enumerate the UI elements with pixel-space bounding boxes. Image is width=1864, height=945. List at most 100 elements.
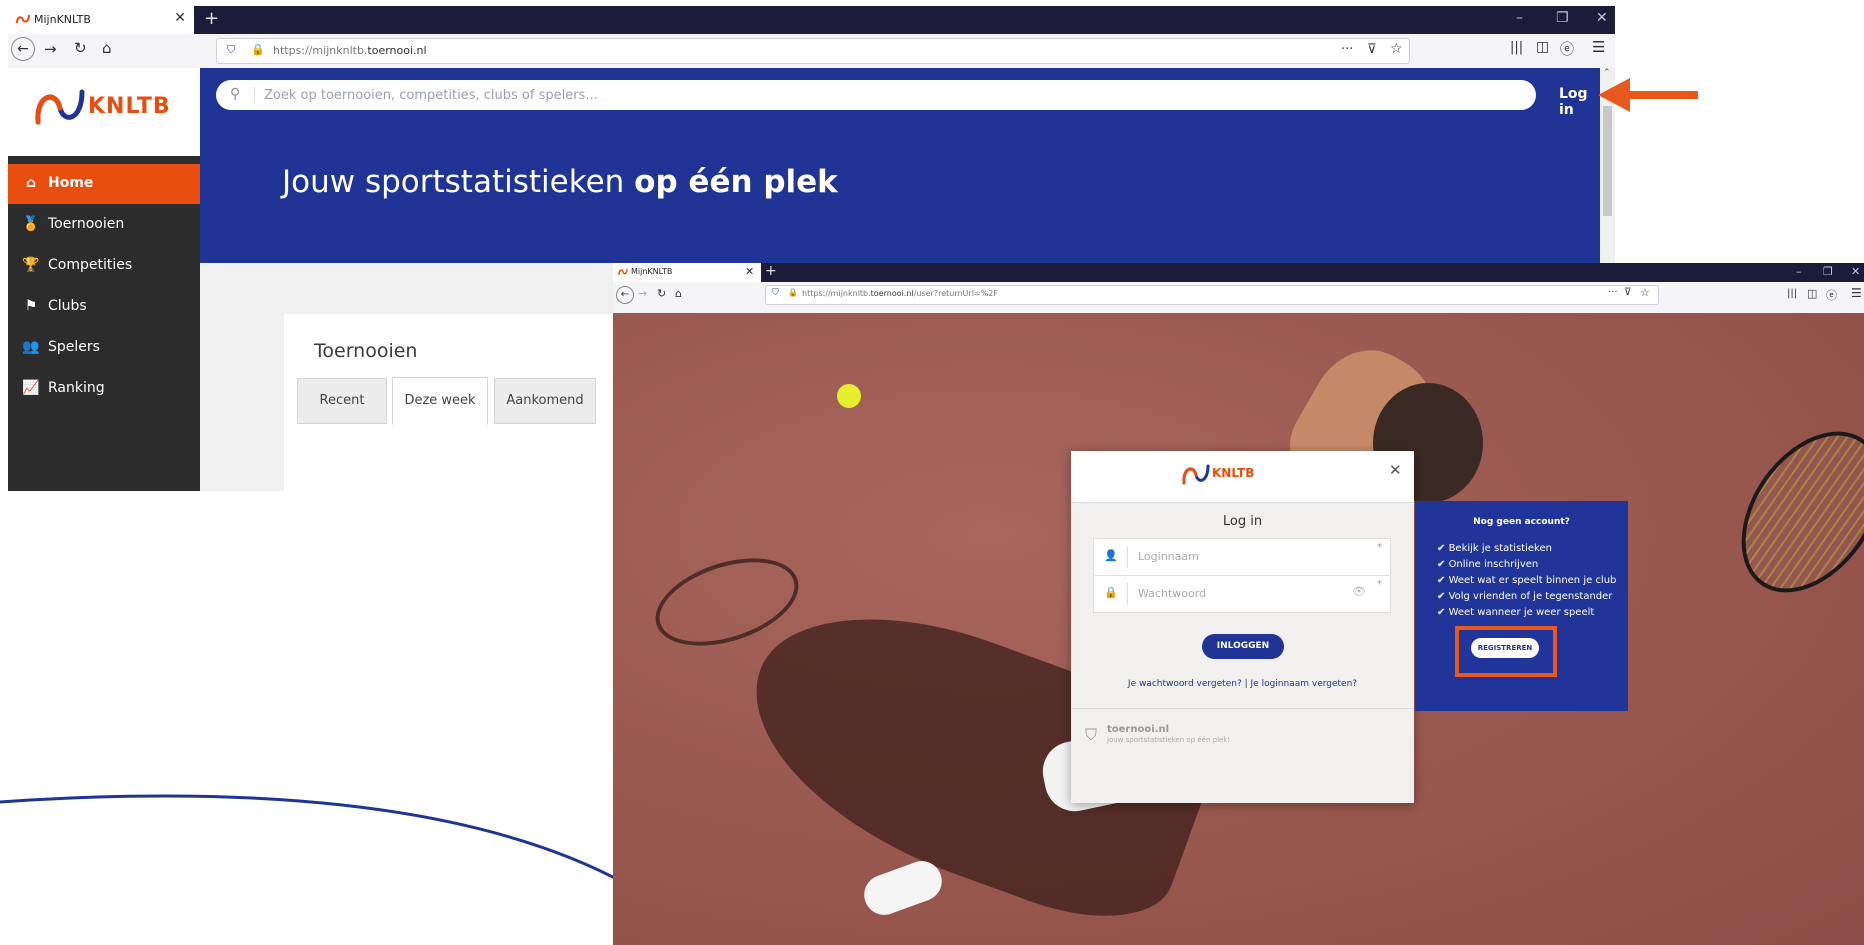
bookmark-star-icon[interactable]: ☆ [1390,41,1403,57]
restore-icon[interactable]: ❐ [1556,10,1569,26]
page-actions-icon[interactable]: ··· [1341,42,1353,57]
extension-icon[interactable]: ⓔ [1826,287,1837,303]
close-tab-icon[interactable]: ✕ [745,265,754,278]
nav-bar: ← → ↻ ⌂ ⛉ 🔒 https://mijnknltb.toernooi.n… [8,34,1615,69]
forward-icon[interactable]: → [44,40,57,58]
forgot-username-link[interactable]: Je loginnaam vergeten? [1251,679,1358,689]
knltb-logo-icon [35,89,85,125]
nav-bar: ← → ↻ ⌂ ⛉ 🔒 https://mijnknltb.toernooi.n… [613,282,1864,314]
sidebar-item-home[interactable]: ⌂ Home [8,164,200,204]
address-bar[interactable]: ⛉ 🔒 https://mijnknltb.toernooi.nl ··· ⊽ … [216,38,1410,64]
sidebar-item-clubs[interactable]: ⚑ Clubs [8,287,200,327]
library-icon[interactable]: ||| [1510,40,1523,55]
login-link[interactable]: Log in [1559,86,1600,118]
sidebar-item-spelers[interactable]: 👥 Spelers [8,328,200,368]
bookmark-star-icon[interactable]: ☆ [1640,286,1650,299]
knltb-logo-icon [1182,464,1210,485]
address-bar[interactable]: ⛉ 🔒 https://mijnknltb.toernooi.nl/user?r… [765,285,1659,305]
menu-icon[interactable]: ☰ [1851,286,1862,300]
home-nav-icon[interactable]: ⌂ [102,39,112,57]
forgot-password-link[interactable]: Je wachtwoord vergeten? [1128,679,1242,689]
footer-tagline: jouw sportstatistieken op één plek! [1107,736,1231,744]
password-field[interactable]: 🔒 Wachtwoord 👁 * [1093,575,1391,613]
benefit-item: ✔ Volg vrienden of je tegenstander [1437,591,1613,602]
register-heading: Nog geen account? [1473,517,1570,527]
close-window-icon[interactable]: ✕ [1596,10,1608,26]
menu-icon[interactable]: ☰ [1592,38,1605,56]
reload-icon[interactable]: ↻ [657,287,666,300]
tennis-ball [837,384,861,408]
tennis-racket [1712,405,1864,619]
modal-title: Log in [1222,514,1263,529]
lock-icon[interactable]: 🔒 [251,43,265,56]
logo-text: KNLTB [1212,466,1255,480]
browser-window-login: MijnKNLTB ✕ + – ❐ ✕ ← → ↻ ⌂ ⛉ 🔒 https://… [613,263,1864,945]
pocket-icon[interactable]: ⊽ [1624,287,1631,298]
new-tab-icon[interactable]: + [204,8,219,29]
decorative-swoosh [0,794,629,887]
medal-icon: 🏅 [22,216,40,232]
sidebar: KNLTB ⌂ Home 🏅 Toernooien 🏆 Competities … [8,68,200,491]
extension-icon[interactable]: ⓔ [1560,39,1574,59]
restore-icon[interactable]: ❐ [1823,265,1833,278]
close-modal-icon[interactable]: ✕ [1389,461,1402,479]
trophy-icon: 🏆 [22,257,40,273]
tab-deze-week[interactable]: Deze week [392,377,488,425]
close-tab-icon[interactable]: ✕ [174,10,186,26]
home-icon: ⌂ [25,175,37,191]
tracking-shield-icon[interactable]: ⛉ [227,43,235,57]
forward-icon[interactable]: → [638,287,647,300]
close-window-icon[interactable]: ✕ [1851,265,1860,278]
reload-icon[interactable]: ↻ [74,39,87,57]
show-password-icon[interactable]: 👁 [1352,585,1366,598]
knltb-logo[interactable]: KNLTB [8,68,200,156]
sidebar-item-ranking[interactable]: 📈 Ranking [8,369,200,409]
register-panel: Nog geen account? ✔ Bekijk je statistiek… [1415,501,1628,711]
users-icon: 👥 [22,339,40,355]
sidebar-item-label: Competities [48,257,133,273]
sidebar-toggle-icon[interactable]: ◫ [1807,287,1817,300]
login-modal: KNLTB ✕ Log in 👤 Loginnaam * 🔒 Wachtwoor… [1071,451,1414,803]
check-icon: ✔ [1437,559,1449,570]
sidebar-item-competities[interactable]: 🏆 Competities [8,246,200,286]
sidebar-item-label: Toernooien [48,216,125,232]
back-icon[interactable]: ← [616,286,634,304]
sidebar-item-toernooien[interactable]: 🏅 Toernooien [8,205,200,245]
benefit-item: ✔ Bekijk je statistieken [1437,543,1552,554]
card-title: Toernooien [314,340,418,362]
tracking-shield-icon[interactable]: ⛉ [772,288,779,298]
logo-text: KNLTB [88,94,171,119]
home-nav-icon[interactable]: ⌂ [675,287,682,300]
tab-title: MijnKNLTB [631,267,673,276]
library-icon[interactable]: ||| [1787,288,1797,299]
user-icon: 👤 [1104,549,1118,562]
username-field[interactable]: 👤 Loginnaam * [1093,538,1391,576]
tab-bar: MijnKNLTB ✕ + – ❐ ✕ [613,263,1864,282]
required-marker: * [1377,542,1382,553]
forgot-links: Je wachtwoord vergeten? | Je loginnaam v… [1127,679,1358,689]
browser-tab[interactable]: MijnKNLTB ✕ [613,263,761,282]
minimize-icon[interactable]: – [1796,265,1802,278]
search-input[interactable]: ⚲ Zoek op toernooien, competities, clubs… [216,80,1536,110]
shield-logo-icon: ⛉ [1085,725,1098,744]
sidebar-toggle-icon[interactable]: ◫ [1536,39,1549,55]
tab-title: MijnKNLTB [34,13,91,26]
back-icon[interactable]: ← [11,37,35,61]
footer-brand: toernooi.nl [1107,724,1169,735]
minimize-icon[interactable]: – [1516,10,1523,26]
check-icon: ✔ [1437,591,1449,602]
lock-icon[interactable]: 🔒 [788,288,798,297]
new-tab-icon[interactable]: + [765,263,777,279]
player-shoe [858,855,948,921]
pocket-icon[interactable]: ⊽ [1367,42,1377,57]
lock-icon: 🔒 [1104,586,1118,599]
tab-recent[interactable]: Recent [297,378,387,424]
check-icon: ✔ [1437,543,1449,554]
chart-icon: 📈 [22,380,40,396]
sidebar-item-label: Spelers [48,339,100,355]
login-submit-button[interactable]: INLOGGEN [1202,634,1284,659]
browser-tab[interactable]: MijnKNLTB ✕ [8,6,194,34]
username-placeholder: Loginnaam [1138,550,1199,563]
tab-aankomend[interactable]: Aankomend [494,378,596,424]
page-actions-icon[interactable]: ··· [1608,287,1618,298]
